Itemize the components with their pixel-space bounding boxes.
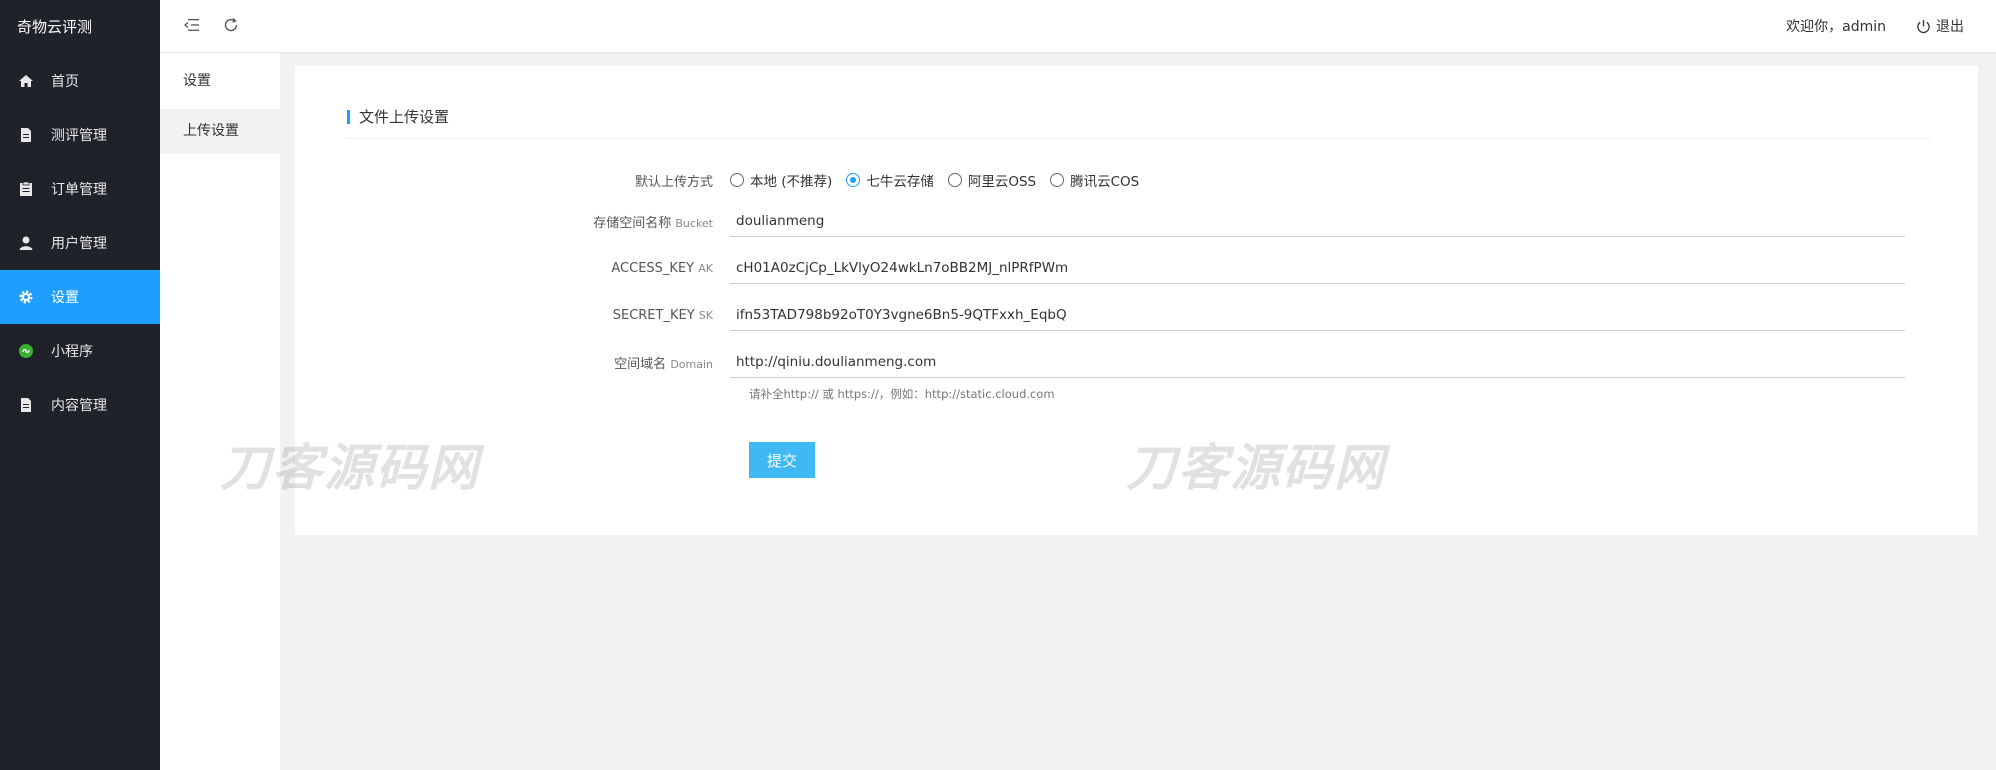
radio-circle [730, 173, 744, 187]
bucket-label-sub: Bucket [675, 216, 713, 230]
sidebar-item-content[interactable]: 内容管理 [0, 378, 160, 432]
domain-label-text: 空间域名 [614, 356, 667, 372]
submenu-title: 设置 [183, 73, 211, 89]
upload-settings-card: 文件上传设置 默认上传方式 本地 (不推荐) 七牛云存储 阿里云OSS 腾讯云C… [295, 66, 1978, 535]
miniprogram-icon [17, 342, 35, 360]
radio-aliyun[interactable]: 阿里云OSS [947, 170, 1037, 190]
sidebar-item-label: 设置 [51, 290, 79, 306]
access-key-label: ACCESS_KEY AK [295, 261, 730, 276]
sidebar-item-label: 订单管理 [51, 182, 107, 198]
access-key-label-text: ACCESS_KEY [611, 260, 695, 276]
logout-label: 退出 [1936, 19, 1964, 35]
card-title: 文件上传设置 [347, 107, 1931, 139]
domain-input[interactable] [730, 346, 1905, 378]
sidebar-item-label: 测评管理 [51, 128, 107, 144]
title-accent-bar [347, 110, 350, 124]
bucket-row: 存储空间名称 Bucket [295, 205, 1905, 237]
radio-circle [1050, 173, 1065, 187]
secret-key-label: SECRET_KEY SK [295, 308, 730, 323]
settings-submenu: 设置 上传设置 [160, 53, 280, 770]
secret-key-input[interactable] [730, 299, 1905, 331]
home-icon [17, 72, 35, 90]
upload-method-label: 默认上传方式 [634, 174, 713, 190]
sidebar-item-settings[interactable]: 设置 [0, 270, 160, 324]
domain-label: 空间域名 Domain [295, 353, 730, 372]
radio-tencent[interactable]: 腾讯云COS [1050, 170, 1139, 190]
sidebar-item-orders[interactable]: 订单管理 [0, 162, 160, 216]
sidebar-item-review[interactable]: 测评管理 [0, 108, 160, 162]
radio-label: 七牛云存储 [866, 174, 934, 190]
top-header: 欢迎你，admin 退出 [160, 0, 1996, 52]
radio-circle [947, 173, 962, 187]
sidebar-item-label: 首页 [51, 74, 79, 90]
secret-key-label-text: SECRET_KEY [612, 307, 695, 323]
radio-local[interactable]: 本地 (不推荐) [730, 170, 832, 190]
header-right: 欢迎你，admin 退出 [1786, 0, 1964, 52]
domain-hint: 请补全http:// 或 https://，例如：http://static.c… [749, 387, 1055, 401]
sidebar-item-label: 小程序 [51, 344, 93, 360]
secret-key-row: SECRET_KEY SK [295, 299, 1905, 331]
refresh-icon[interactable] [220, 14, 242, 36]
radio-label: 本地 (不推荐) [750, 174, 833, 190]
logout-button[interactable]: 退出 [1916, 16, 1964, 36]
domain-label-sub: Domain [670, 357, 713, 371]
document-icon [17, 396, 35, 414]
document-icon [17, 126, 35, 144]
bucket-label: 存储空间名称 Bucket [295, 212, 730, 231]
power-icon [1917, 19, 1930, 33]
user-icon [17, 234, 35, 252]
access-key-input[interactable] [730, 252, 1905, 284]
radio-qiniu[interactable]: 七牛云存储 [846, 170, 934, 190]
upload-method-row: 默认上传方式 本地 (不推荐) 七牛云存储 阿里云OSS 腾讯云COS [295, 170, 1139, 190]
brand-title: 奇物云评测 [17, 18, 93, 36]
domain-row: 空间域名 Domain [295, 346, 1905, 378]
sidebar-item-miniprogram[interactable]: 小程序 [0, 324, 160, 378]
sidebar-item-label: 用户管理 [51, 236, 107, 252]
sidebar: 奇物云评测 首页 测评管理 订单管理 用户管理 设置 小程序 内容管理 [0, 0, 160, 770]
card-title-text: 文件上传设置 [359, 108, 450, 126]
welcome-text: 欢迎你，admin [1786, 19, 1886, 35]
submit-button[interactable]: 提交 [749, 442, 815, 478]
gear-icon [17, 288, 35, 306]
secret-key-label-sub: SK [698, 308, 713, 322]
sidebar-item-label: 内容管理 [51, 398, 107, 414]
bucket-label-text: 存储空间名称 [593, 215, 672, 231]
clipboard-icon [17, 180, 35, 198]
upload-method-radios: 本地 (不推荐) 七牛云存储 阿里云OSS 腾讯云COS [730, 170, 1139, 190]
collapse-menu-icon[interactable] [181, 14, 203, 36]
sidebar-item-home[interactable]: 首页 [0, 54, 160, 108]
radio-label: 腾讯云COS [1070, 174, 1140, 190]
bucket-input[interactable] [730, 205, 1905, 237]
access-key-row: ACCESS_KEY AK [295, 252, 1905, 284]
radio-label: 阿里云OSS [967, 174, 1037, 190]
sidebar-item-users[interactable]: 用户管理 [0, 216, 160, 270]
access-key-label-sub: AK [698, 261, 713, 275]
submenu-item-upload-settings[interactable]: 上传设置 [160, 109, 280, 154]
radio-circle-selected [846, 173, 861, 187]
